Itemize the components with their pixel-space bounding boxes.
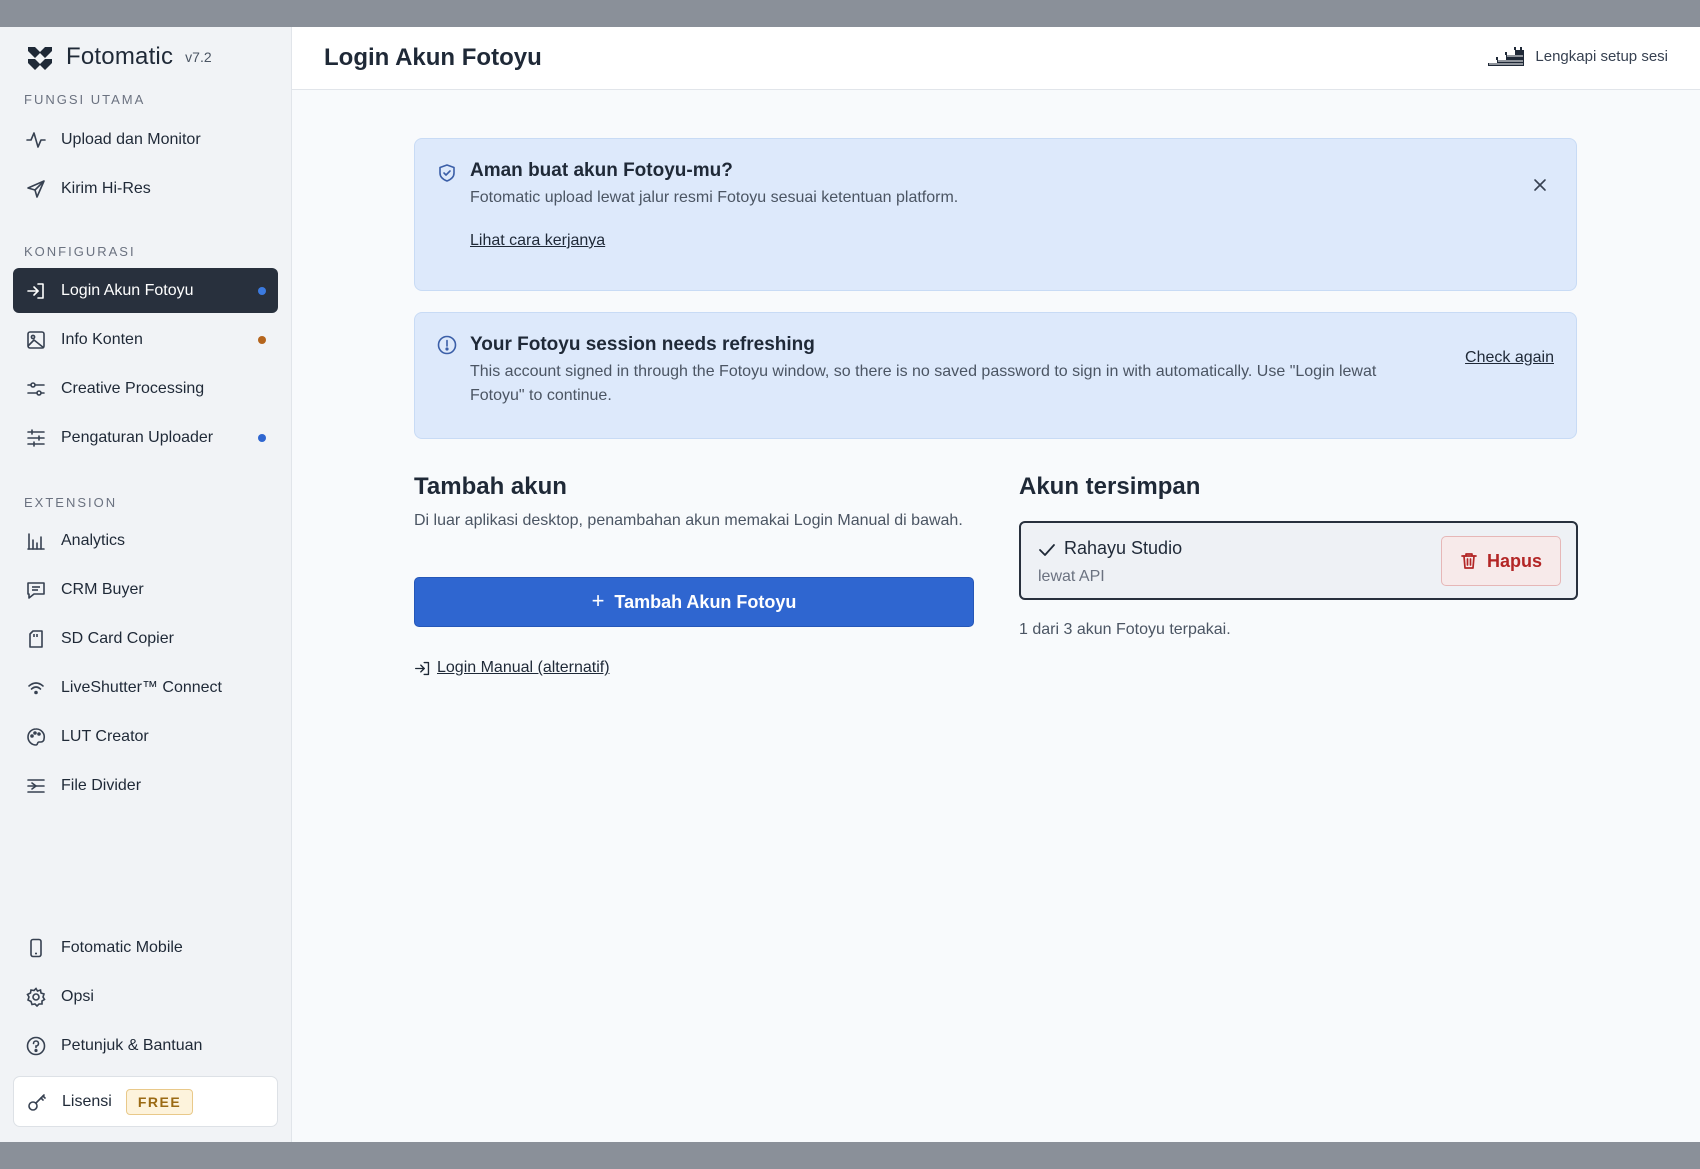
trash-icon	[1461, 553, 1477, 569]
brand: Fotomatic v7.2	[26, 42, 212, 72]
fotomatic-logo-icon	[28, 47, 52, 70]
page-title: Login Akun Fotoyu	[324, 44, 542, 71]
manual-login-label: Login Manual (alternatif)	[437, 659, 610, 676]
sidebar: Fotomatic v7.2 FUNGSI UTAMA Upload dan M…	[0, 27, 292, 1142]
login-icon	[26, 281, 46, 301]
section-label-fungsi-utama: FUNGSI UTAMA	[24, 92, 146, 107]
add-account-heading: Tambah akun	[414, 473, 567, 500]
alert-title: Your Fotoyu session needs refreshing	[470, 334, 815, 355]
status-dot	[258, 287, 266, 295]
setup-session-button[interactable]: Lengkapi setup sesi	[1481, 44, 1668, 68]
delete-account-label: Hapus	[1486, 550, 1542, 571]
sidebar-item-petunjuk-bantuan[interactable]: Petunjuk & Bantuan	[13, 1023, 278, 1068]
add-account-button-label: Tambah Akun Fotoyu	[614, 591, 797, 612]
activity-icon	[26, 130, 46, 150]
section-label-extension: EXTENSION	[24, 495, 118, 510]
status-dot	[258, 434, 266, 442]
sidebar-item-crm-buyer[interactable]: CRM Buyer	[13, 567, 278, 612]
sidebar-item-upload-monitor[interactable]: Upload dan Monitor	[13, 117, 278, 162]
sidebar-item-label: Fotomatic Mobile	[61, 938, 183, 956]
sidebar-item-label: Petunjuk & Bantuan	[61, 1036, 203, 1054]
settings-sliders-icon	[26, 428, 46, 448]
alert-body: This account signed in through the Fotoy…	[470, 363, 1377, 404]
shield-check-icon	[439, 164, 455, 182]
check-icon	[1039, 544, 1055, 556]
divider-icon	[26, 776, 46, 796]
manual-login-link[interactable]: Login Manual (alternatif)	[414, 659, 610, 677]
sidebar-item-lut-creator[interactable]: LUT Creator	[13, 714, 278, 759]
help-icon	[26, 1036, 46, 1056]
sidebar-item-label: Pengaturan Uploader	[61, 428, 214, 446]
license-button[interactable]: Lisensi FREE	[13, 1076, 278, 1127]
setup-session-label: Lengkapi setup sesi	[1535, 47, 1668, 65]
sidebar-item-label: Opsi	[61, 987, 94, 1005]
sidebar-item-login-akun-fotoyu[interactable]: Login Akun Fotoyu	[13, 268, 278, 313]
sidebar-item-label: LUT Creator	[61, 727, 149, 745]
safety-info-alert: Aman buat akun Fotoyu-mu? Fotomatic uplo…	[414, 138, 1577, 291]
license-badge: FREE	[125, 1088, 194, 1115]
sidebar-item-label: LiveShutter™ Connect	[61, 678, 222, 696]
saved-account-card: Rahayu Studio lewat API Hapus	[1019, 521, 1578, 600]
key-icon	[27, 1092, 47, 1112]
sidebar-item-info-konten[interactable]: Info Konten	[13, 317, 278, 362]
sidebar-item-label: Creative Processing	[61, 379, 205, 397]
check-again-link[interactable]: Check again	[1465, 349, 1554, 367]
login-icon	[415, 661, 430, 675]
sidebar-item-opsi[interactable]: Opsi	[13, 974, 278, 1019]
sliders-icon	[26, 379, 46, 399]
smartphone-icon	[26, 938, 46, 958]
image-icon	[26, 330, 46, 350]
gear-icon	[26, 986, 46, 1007]
palette-icon	[26, 727, 46, 747]
session-refresh-alert: Your Fotoyu session needs refreshing Thi…	[414, 312, 1577, 439]
sidebar-item-fotomatic-mobile[interactable]: Fotomatic Mobile	[13, 925, 278, 970]
send-icon	[26, 179, 46, 199]
how-it-works-link[interactable]: Lihat cara kerjanya	[470, 232, 605, 250]
add-fotoyu-account-button[interactable]: + Tambah Akun Fotoyu	[414, 577, 974, 627]
sidebar-item-file-divider[interactable]: File Divider	[13, 763, 278, 808]
alert-body: Fotomatic upload lewat jalur resmi Fotoy…	[470, 189, 959, 206]
section-label-konfigurasi: KONFIGURASI	[24, 244, 136, 259]
info-circle-icon	[437, 335, 457, 355]
sidebar-item-label: Info Konten	[61, 330, 143, 348]
plus-icon: +	[591, 588, 605, 613]
sidebar-item-label: File Divider	[61, 776, 142, 794]
account-method: lewat API	[1038, 568, 1105, 585]
alert-title: Aman buat akun Fotoyu-mu?	[470, 160, 733, 181]
sidebar-item-label: CRM Buyer	[61, 580, 144, 598]
status-dot	[258, 336, 266, 344]
sidebar-item-label: Kirim Hi-Res	[61, 179, 151, 197]
saved-accounts-heading: Akun tersimpan	[1019, 473, 1201, 500]
account-name: Rahayu Studio	[1064, 538, 1183, 558]
sidebar-item-sd-card-copier[interactable]: SD Card Copier	[13, 616, 278, 661]
sidebar-item-label: Upload dan Monitor	[61, 130, 201, 148]
license-label: Lisensi	[62, 1092, 112, 1110]
brand-name: Fotomatic	[66, 43, 174, 70]
sidebar-item-label: SD Card Copier	[61, 629, 174, 647]
brand-version: v7.2	[185, 49, 212, 65]
app-window: Fotomatic v7.2 FUNGSI UTAMA Upload dan M…	[0, 27, 1700, 1142]
delete-account-button[interactable]: Hapus	[1441, 536, 1561, 586]
stairs-icon	[1482, 47, 1525, 66]
sd-card-icon	[26, 629, 46, 649]
close-icon[interactable]	[1532, 177, 1548, 193]
sidebar-item-creative-processing[interactable]: Creative Processing	[13, 366, 278, 411]
sidebar-item-pengaturan-uploader[interactable]: Pengaturan Uploader	[13, 415, 278, 460]
sidebar-item-analytics[interactable]: Analytics	[13, 518, 278, 563]
sidebar-item-kirim-hi-res[interactable]: Kirim Hi-Res	[13, 166, 278, 211]
sidebar-item-label: Login Akun Fotoyu	[61, 281, 194, 299]
sidebar-item-label: Analytics	[61, 531, 126, 549]
add-account-description: Di luar aplikasi desktop, penambahan aku…	[414, 512, 963, 529]
sidebar-item-liveshutter-connect[interactable]: LiveShutter™ Connect	[13, 665, 278, 710]
main-content: Login Akun Fotoyu Lengkapi setup sesi Am…	[292, 27, 1700, 1142]
message-icon	[26, 580, 46, 600]
wifi-icon	[26, 678, 46, 698]
account-usage-text: 1 dari 3 akun Fotoyu terpakai.	[1019, 621, 1231, 638]
bar-chart-icon	[26, 531, 46, 551]
top-bar: Login Akun Fotoyu Lengkapi setup sesi	[292, 27, 1700, 90]
